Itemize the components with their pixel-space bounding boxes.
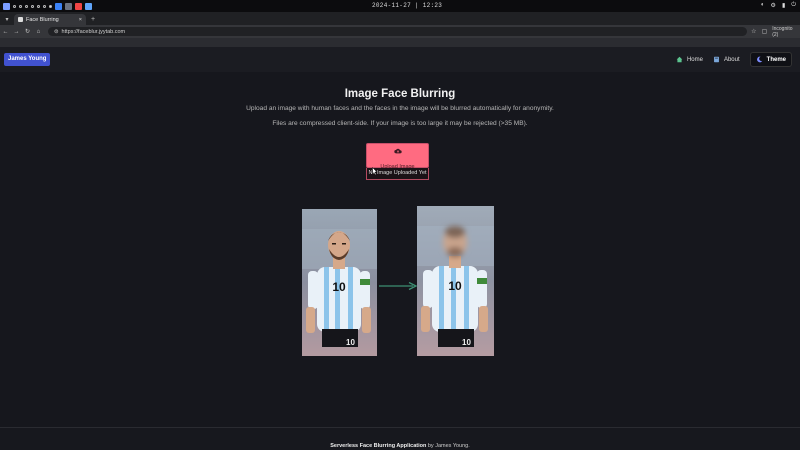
example-blurred-image: 10 10 — [417, 206, 494, 356]
shield-icon[interactable] — [55, 2, 62, 10]
nav-about-label: About — [723, 56, 740, 63]
workspace-dot[interactable] — [43, 4, 46, 8]
workspace-dot[interactable] — [13, 4, 16, 8]
nav-home-label: Home — [686, 56, 703, 63]
workspace-indicators — [0, 2, 92, 10]
incognito-indicator[interactable]: Incognito (2) — [772, 26, 800, 38]
footer-byline: by James Young. — [426, 443, 470, 449]
browser-tab-bar: ▾ Face Blurring × + — [0, 12, 800, 25]
theme-label: Theme — [766, 56, 786, 63]
close-icon[interactable]: × — [79, 17, 82, 23]
chrome-icon[interactable] — [85, 2, 92, 10]
svg-text:10: 10 — [462, 338, 471, 347]
home-icon — [676, 56, 683, 63]
site-footer: Serverless Face Blurring Application by … — [0, 427, 800, 450]
toolbar-right: ☆ ▢ Incognito (2) — [751, 26, 800, 38]
reload-icon[interactable]: ↻ — [22, 28, 33, 35]
power-icon[interactable]: ⏻ — [791, 2, 796, 9]
home-icon[interactable]: ⌂ — [33, 29, 44, 35]
bookmark-star-icon[interactable]: ☆ — [751, 28, 756, 35]
site-info-icon[interactable]: ⊜ — [54, 29, 59, 35]
file-size-note: Files are compressed client-side. If you… — [272, 120, 528, 127]
upload-image-button[interactable]: Upload Image — [366, 143, 429, 170]
moon-icon — [756, 56, 762, 63]
workspace-dot[interactable] — [37, 4, 40, 8]
theme-toggle-button[interactable]: Theme — [749, 52, 792, 67]
settings-icon[interactable]: ⚙ — [771, 2, 776, 9]
tab-face-blurring[interactable]: Face Blurring × — [14, 14, 86, 25]
cloud-upload-icon — [393, 148, 402, 154]
extensions-icon[interactable]: ▢ — [762, 28, 768, 35]
book-icon — [714, 56, 719, 63]
bookmarks-strip — [0, 38, 800, 47]
workspace-dot[interactable] — [25, 4, 28, 8]
workspace-dot[interactable] — [19, 4, 22, 8]
app-icon[interactable] — [3, 2, 10, 10]
url-text: https://faceblur.jyytab.com — [61, 28, 126, 35]
svg-text:10: 10 — [346, 338, 355, 347]
site-header: James Young Home About Theme — [0, 47, 800, 72]
back-icon[interactable]: ← — [0, 29, 11, 35]
nav-home[interactable]: Home — [676, 52, 703, 67]
network-icon[interactable]: ◐ — [761, 2, 765, 9]
footer-app-name: Serverless Face Blurring Application — [330, 443, 427, 449]
page-title: Image Face Blurring — [344, 88, 456, 100]
tab-search-icon[interactable]: ▾ — [2, 15, 12, 25]
system-tray: ◐ ⚙ ▮ ⏻ — [761, 2, 796, 9]
browser-icon[interactable] — [75, 2, 82, 10]
workspace-dot[interactable] — [31, 4, 34, 8]
main-nav: Home About Theme — [676, 52, 792, 67]
svg-text:10: 10 — [448, 279, 462, 293]
battery-icon[interactable]: ▮ — [782, 2, 785, 9]
address-bar[interactable]: ⊜ https://faceblur.jyytab.com — [47, 27, 748, 36]
tab-title: Face Blurring — [26, 16, 59, 23]
workspace-dot[interactable] — [49, 4, 52, 8]
browser-toolbar: ← → ↻ ⌂ ⊜ https://faceblur.jyytab.com ☆ … — [0, 25, 800, 38]
os-top-bar: 2024-11-27 | 12:23 ◐ ⚙ ▮ ⏻ — [0, 0, 800, 12]
page-description: Upload an image with human faces and the… — [246, 105, 554, 112]
new-tab-button[interactable]: + — [91, 16, 95, 23]
arrow-right-icon — [379, 281, 417, 291]
brand-button[interactable]: James Young — [4, 53, 51, 66]
example-original-image: 10 10 — [302, 209, 377, 356]
forward-icon[interactable]: → — [11, 29, 22, 35]
svg-text:10: 10 — [332, 280, 346, 294]
files-icon[interactable] — [65, 2, 72, 10]
favicon-icon — [18, 17, 23, 22]
mouse-cursor-icon — [372, 167, 378, 175]
system-clock: 2024-11-27 | 12:23 — [372, 2, 443, 9]
nav-about[interactable]: About — [713, 52, 740, 67]
